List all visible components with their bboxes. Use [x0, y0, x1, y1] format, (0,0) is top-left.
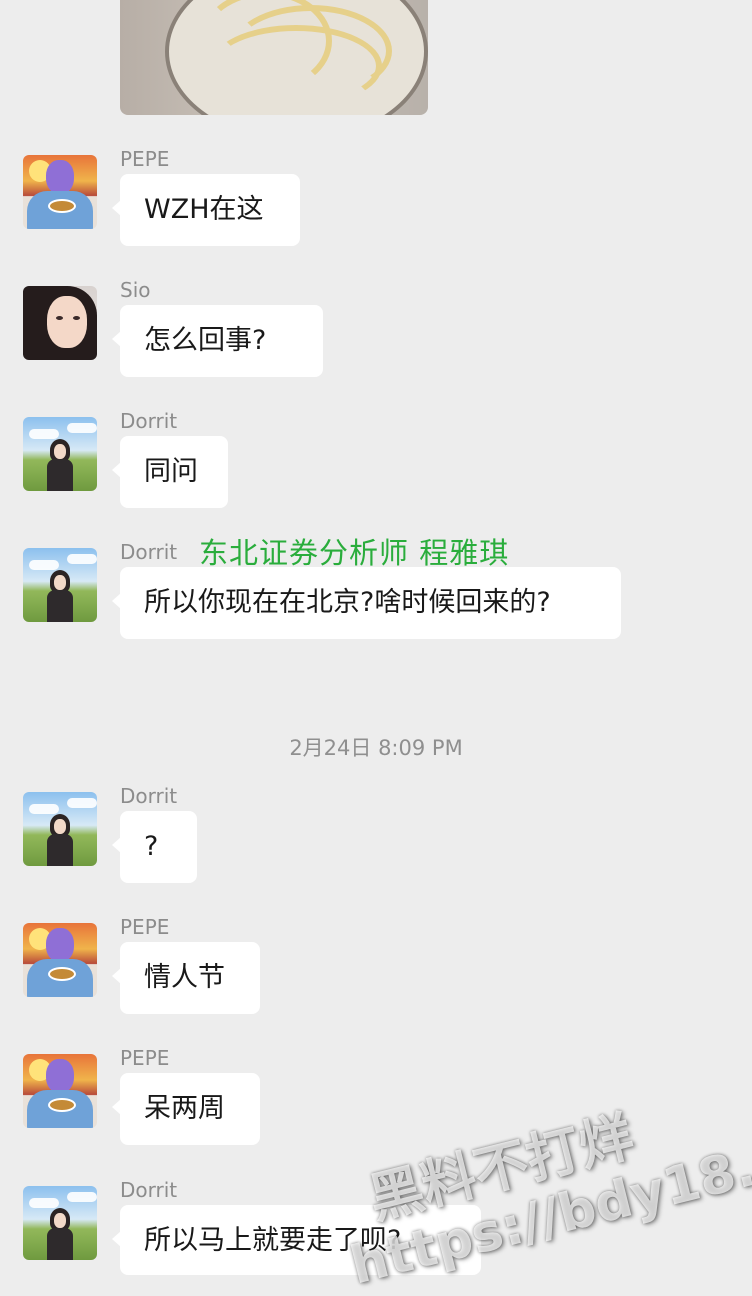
- avatar-cloud: [67, 554, 97, 564]
- sender-name: Dorrit: [120, 409, 178, 433]
- avatar-head: [46, 1059, 74, 1093]
- avatar-cloud: [29, 429, 59, 439]
- avatar-eye: [56, 316, 63, 320]
- avatar-dress: [47, 1228, 73, 1260]
- avatar-dress: [47, 834, 73, 866]
- avatar-eye: [73, 316, 80, 320]
- sender-name: PEPE: [120, 147, 170, 171]
- sender-name: PEPE: [120, 1046, 170, 1070]
- message-bubble[interactable]: 怎么回事?: [112, 305, 323, 377]
- avatar-dress: [47, 459, 73, 491]
- message-bubble[interactable]: 所以你现在在北京?啥时候回来的?: [112, 567, 621, 639]
- avatar-pepe[interactable]: [23, 923, 97, 997]
- avatar-pepe[interactable]: [23, 1054, 97, 1128]
- avatar-face: [54, 575, 66, 590]
- avatar-plate: [48, 1098, 76, 1112]
- avatar-cloud: [29, 804, 59, 814]
- avatar-cloud: [29, 1198, 59, 1208]
- message-bubble[interactable]: 呆两周: [112, 1073, 260, 1145]
- sender-name: Dorrit: [120, 1178, 178, 1202]
- avatar-face: [54, 1213, 66, 1228]
- avatar-plate: [48, 199, 76, 213]
- sender-name: PEPE: [120, 915, 170, 939]
- avatar-cloud: [67, 1192, 97, 1202]
- avatar-face: [54, 819, 66, 834]
- avatar-face: [47, 296, 87, 348]
- annotation-label: 东北证券分析师 程雅琪: [199, 536, 510, 570]
- avatar-dress: [47, 590, 73, 622]
- sender-name: Dorrit: [120, 540, 178, 564]
- avatar-pepe[interactable]: [23, 155, 97, 229]
- timestamp: 2月24日 8:09 PM: [289, 736, 463, 760]
- avatar-cloud: [67, 423, 97, 433]
- avatar-cloud: [29, 560, 59, 570]
- message-bubble[interactable]: 情人节: [112, 942, 260, 1014]
- noodle-strand: [210, 25, 382, 107]
- noodle-photo-message[interactable]: [120, 0, 428, 115]
- message-bubble[interactable]: ?: [112, 811, 197, 883]
- avatar-cloud: [67, 798, 97, 808]
- avatar-dorrit[interactable]: [23, 417, 97, 491]
- avatar-dorrit[interactable]: [23, 1186, 97, 1260]
- avatar-dorrit[interactable]: [23, 792, 97, 866]
- avatar-dorrit[interactable]: [23, 548, 97, 622]
- avatar-head: [46, 160, 74, 194]
- avatar-sio[interactable]: [23, 286, 97, 360]
- sender-name: Dorrit: [120, 784, 178, 808]
- message-bubble[interactable]: WZH在这: [112, 174, 300, 246]
- avatar-plate: [48, 967, 76, 981]
- avatar-head: [46, 928, 74, 962]
- avatar-face: [54, 444, 66, 459]
- message-bubble[interactable]: 同问: [112, 436, 228, 508]
- watermark: 黑料不打烊 https://bdy18.co: [330, 1064, 752, 1296]
- sender-name: Sio: [120, 278, 151, 302]
